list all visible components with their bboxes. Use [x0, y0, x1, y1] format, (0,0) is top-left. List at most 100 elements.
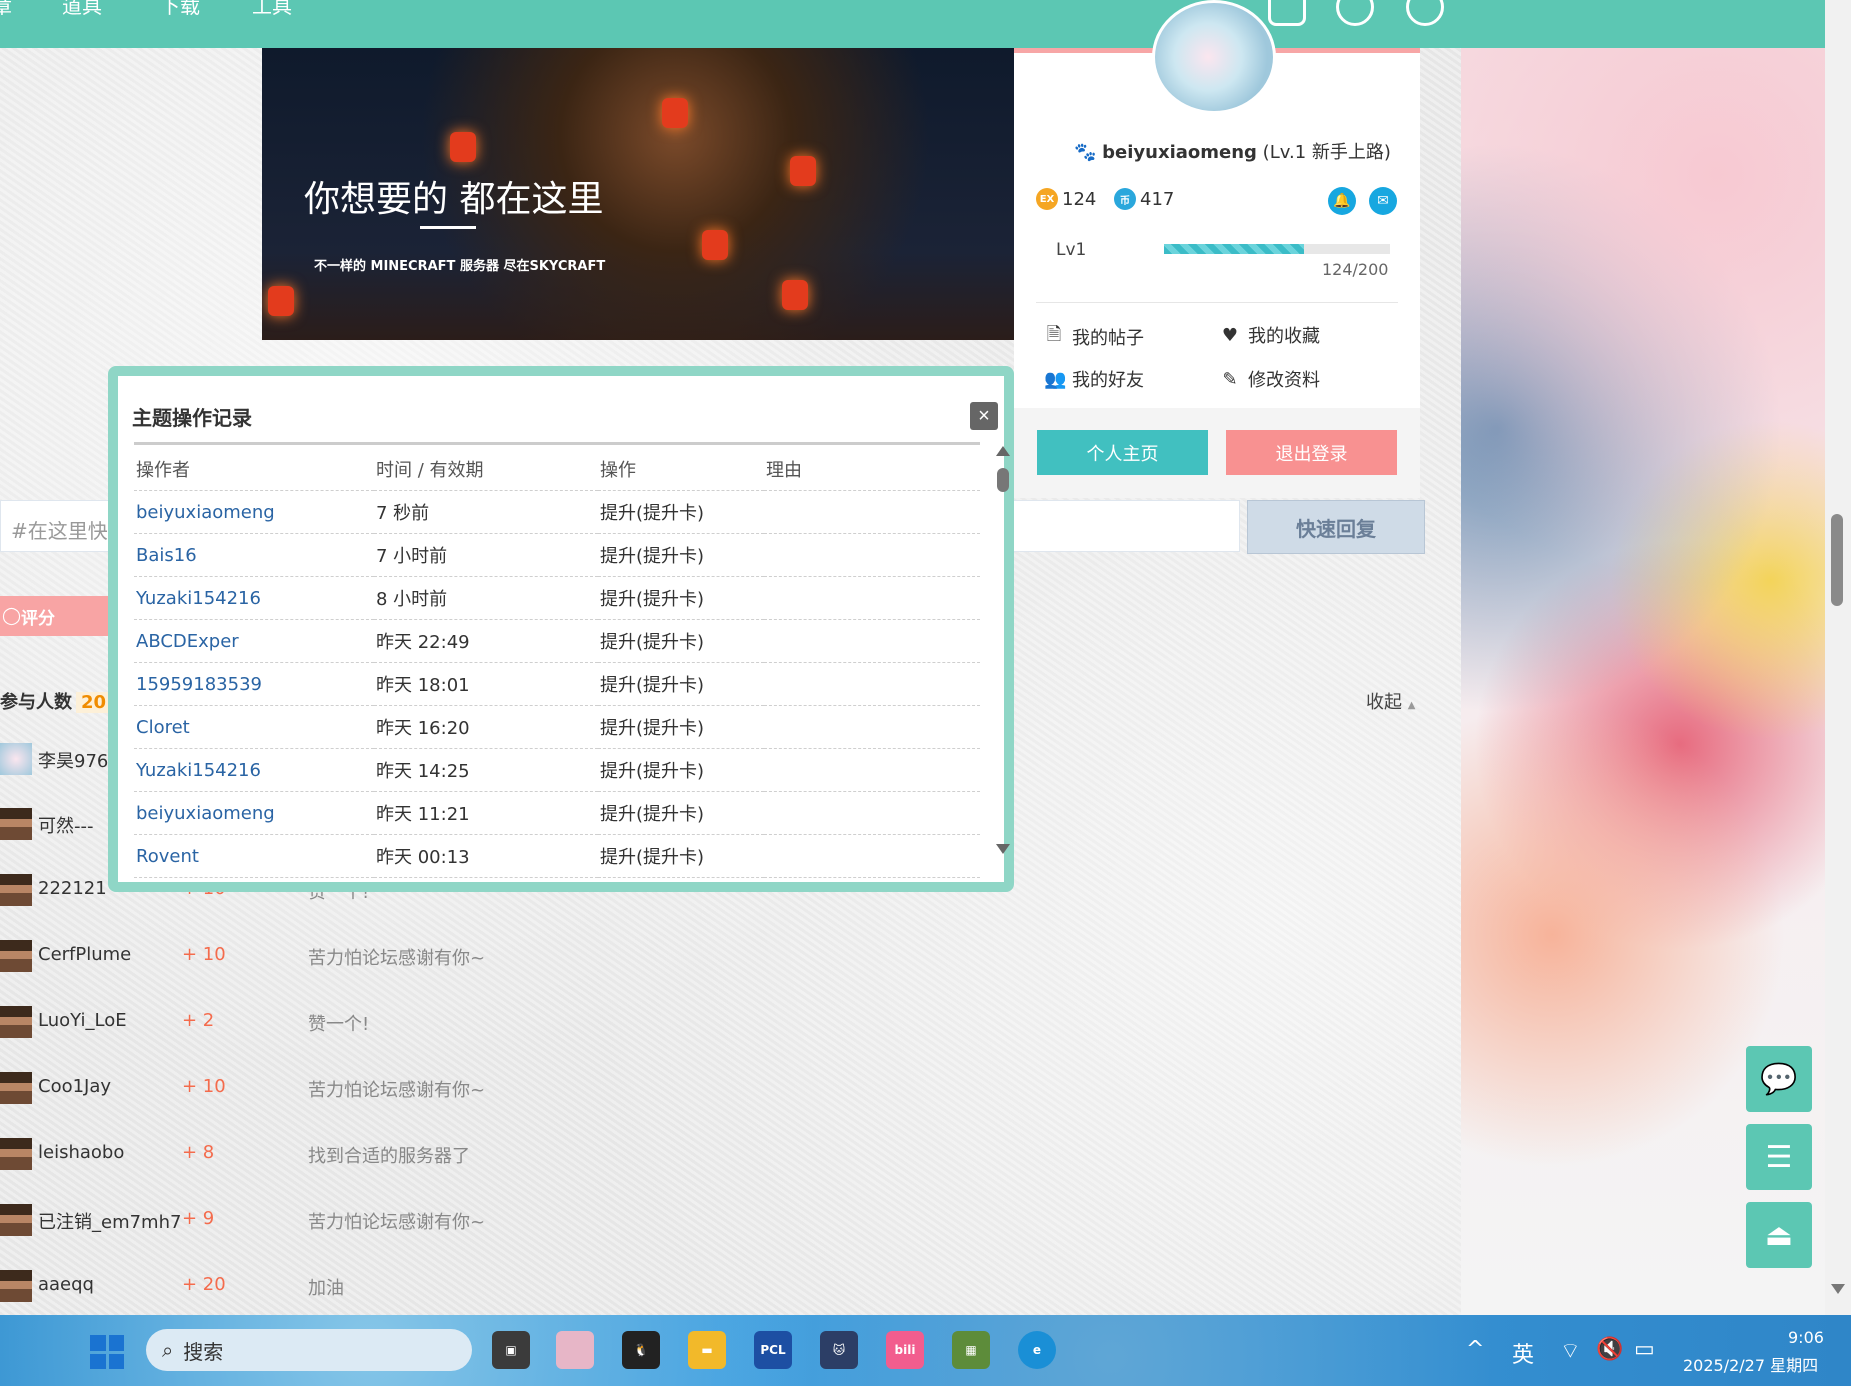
anime-app-icon[interactable]: [556, 1331, 594, 1369]
rating-tab[interactable]: ◯ 评分: [0, 596, 122, 636]
chat-bubble-icon[interactable]: 💬: [1746, 1046, 1812, 1112]
operation-reason: [764, 576, 980, 620]
menu-my-posts[interactable]: 🗎 我的帖子: [1044, 322, 1144, 352]
nav-item-download[interactable]: 下载: [160, 0, 200, 19]
page-scrollbar[interactable]: [1825, 0, 1851, 1315]
operator-link[interactable]: beiyuxiaomeng: [134, 791, 374, 835]
menu-my-favorites[interactable]: ♥ 我的收藏: [1220, 322, 1320, 348]
rating-user[interactable]: leishaobo: [38, 1142, 124, 1163]
operator-link[interactable]: Yuzaki154216: [134, 576, 374, 620]
list-outdent-icon[interactable]: ☰: [1746, 1124, 1812, 1190]
pcl-launcher-icon[interactable]: PCL: [754, 1331, 792, 1369]
document-icon: 🗎: [1046, 324, 1062, 345]
page-scrollbar-thumb[interactable]: [1831, 514, 1843, 606]
banner-divider: [420, 226, 476, 229]
cat-app-icon[interactable]: 🐱: [820, 1331, 858, 1369]
scroll-down-arrow-icon[interactable]: [996, 844, 1010, 854]
search-icon[interactable]: [1406, 0, 1444, 26]
back-to-top-icon[interactable]: ⏏: [1746, 1202, 1812, 1268]
rating-user[interactable]: Coo1Jay: [38, 1076, 111, 1097]
scrollbar-thumb[interactable]: [997, 468, 1009, 492]
nav-item-tools[interactable]: 道具: [62, 0, 102, 19]
user-avatar[interactable]: [0, 1006, 32, 1038]
rating-reason: 苦力怕论坛感谢有你~: [308, 1212, 486, 1233]
mail-icon[interactable]: ✉: [1369, 187, 1397, 215]
operator-link[interactable]: Cloret: [134, 705, 374, 749]
taskbar-search-box[interactable]: ⌕ 搜索: [146, 1329, 472, 1371]
taskbar-clock-date[interactable]: 2025/2/27 星期四: [1683, 1352, 1818, 1376]
operator-link[interactable]: 15959183539: [134, 662, 374, 706]
wifi-icon[interactable]: ⌔: [1560, 1337, 1581, 1365]
rating-row: 已注销_em7mh7 + 9 苦力怕论坛感谢有你~: [0, 1202, 600, 1242]
operator-link[interactable]: ABCDExper: [134, 619, 374, 663]
message-icon[interactable]: [1268, 0, 1306, 26]
operation-reason: [764, 791, 980, 835]
nav-item-utilities[interactable]: 工具: [252, 0, 292, 19]
scroll-up-arrow-icon[interactable]: [996, 446, 1010, 456]
rating-user[interactable]: CerfPlume: [38, 944, 131, 965]
rating-reason: 苦力怕论坛感谢有你~: [308, 948, 486, 969]
participants-count: 20: [76, 692, 112, 713]
rating-user[interactable]: aaeqq: [38, 1274, 94, 1295]
table-row: Yuzaki154216 昨天 14:25 提升(提升卡): [134, 748, 980, 792]
user-avatar[interactable]: [0, 743, 32, 775]
file-explorer-icon[interactable]: ▬: [688, 1331, 726, 1369]
ex-credit[interactable]: EX 124: [1036, 188, 1096, 210]
taskbar-clock-time[interactable]: 9:06: [1788, 1328, 1824, 1347]
dialog-scrollbar[interactable]: [996, 446, 1010, 854]
rating-user[interactable]: 李昊976: [38, 747, 108, 773]
tray-expand-icon[interactable]: ^: [1466, 1337, 1484, 1362]
menu-edit-profile-label: 修改资料: [1248, 370, 1320, 391]
scroll-down-arrow-icon[interactable]: [1831, 1284, 1845, 1294]
quick-reply-button[interactable]: 快速回复: [1247, 500, 1425, 554]
rating-points: + 2: [182, 1010, 215, 1031]
nav-item-1[interactable]: 章: [0, 0, 12, 19]
menu-edit-profile[interactable]: ✎ 修改资料: [1220, 366, 1320, 392]
users-icon: 👥: [1044, 368, 1067, 390]
bell-icon[interactable]: [1336, 0, 1374, 26]
user-avatar[interactable]: [0, 808, 32, 840]
table-row: Bais16 7 小时前 提升(提升卡): [134, 533, 980, 577]
user-avatar[interactable]: [0, 940, 32, 972]
task-view-icon[interactable]: ▣: [492, 1331, 530, 1369]
rating-user[interactable]: 可然---: [38, 812, 94, 838]
banner-title: 你想要的 都在这里: [304, 179, 604, 220]
user-avatar[interactable]: [1152, 0, 1276, 114]
user-avatar[interactable]: [0, 1204, 32, 1236]
user-avatar[interactable]: [0, 1072, 32, 1104]
edge-browser-icon[interactable]: e: [1018, 1331, 1056, 1369]
operator-link[interactable]: Yuzaki154216: [134, 748, 374, 792]
banner-image[interactable]: 你想要的 都在这里 不一样的 MINECRAFT 服务器 尽在SKYCRAFT: [262, 48, 1014, 340]
rating-user[interactable]: 222121: [38, 878, 107, 899]
rating-user[interactable]: LuoYi_LoE: [38, 1010, 127, 1031]
minecraft-icon[interactable]: ▦: [952, 1331, 990, 1369]
logout-button[interactable]: 退出登录: [1226, 430, 1397, 475]
user-avatar[interactable]: [0, 1270, 32, 1302]
battery-icon[interactable]: ▭: [1634, 1337, 1655, 1362]
operator-link[interactable]: Rovent: [134, 834, 374, 878]
bilibili-icon[interactable]: bili: [886, 1331, 924, 1369]
operation-time: 昨天 16:20: [374, 705, 598, 749]
qq-icon[interactable]: 🐧: [622, 1331, 660, 1369]
close-button[interactable]: ×: [970, 402, 998, 430]
rating-row: aaeqq + 20 加油: [0, 1268, 600, 1308]
username-link[interactable]: beiyuxiaomeng: [1102, 142, 1257, 163]
table-row: Yuzaki154216 8 小时前 提升(提升卡): [134, 576, 980, 620]
windows-start-icon[interactable]: [90, 1335, 124, 1369]
profile-home-button[interactable]: 个人主页: [1037, 430, 1208, 475]
ime-indicator[interactable]: 英: [1512, 1337, 1534, 1369]
user-avatar[interactable]: [0, 874, 32, 906]
operator-link[interactable]: Bais16: [134, 533, 374, 577]
operation-action: 提升(提升卡): [598, 834, 764, 878]
collapse-link[interactable]: 收起 ▲: [1366, 688, 1415, 714]
rating-user[interactable]: 已注销_em7mh7: [38, 1208, 181, 1234]
volume-muted-icon[interactable]: 🔇: [1596, 1337, 1623, 1362]
coin-credit[interactable]: 币 417: [1114, 188, 1174, 210]
menu-my-friends[interactable]: 👥 我的好友: [1044, 366, 1144, 392]
operator-link[interactable]: beiyuxiaomeng: [134, 490, 374, 534]
user-avatar[interactable]: [0, 1138, 32, 1170]
notification-bell-icon[interactable]: 🔔: [1328, 187, 1356, 215]
rating-reason: 加油: [308, 1278, 344, 1299]
banner-subtitle: 不一样的 MINECRAFT 服务器 尽在SKYCRAFT: [314, 259, 606, 274]
rating-tab-label: 评分: [21, 608, 56, 629]
